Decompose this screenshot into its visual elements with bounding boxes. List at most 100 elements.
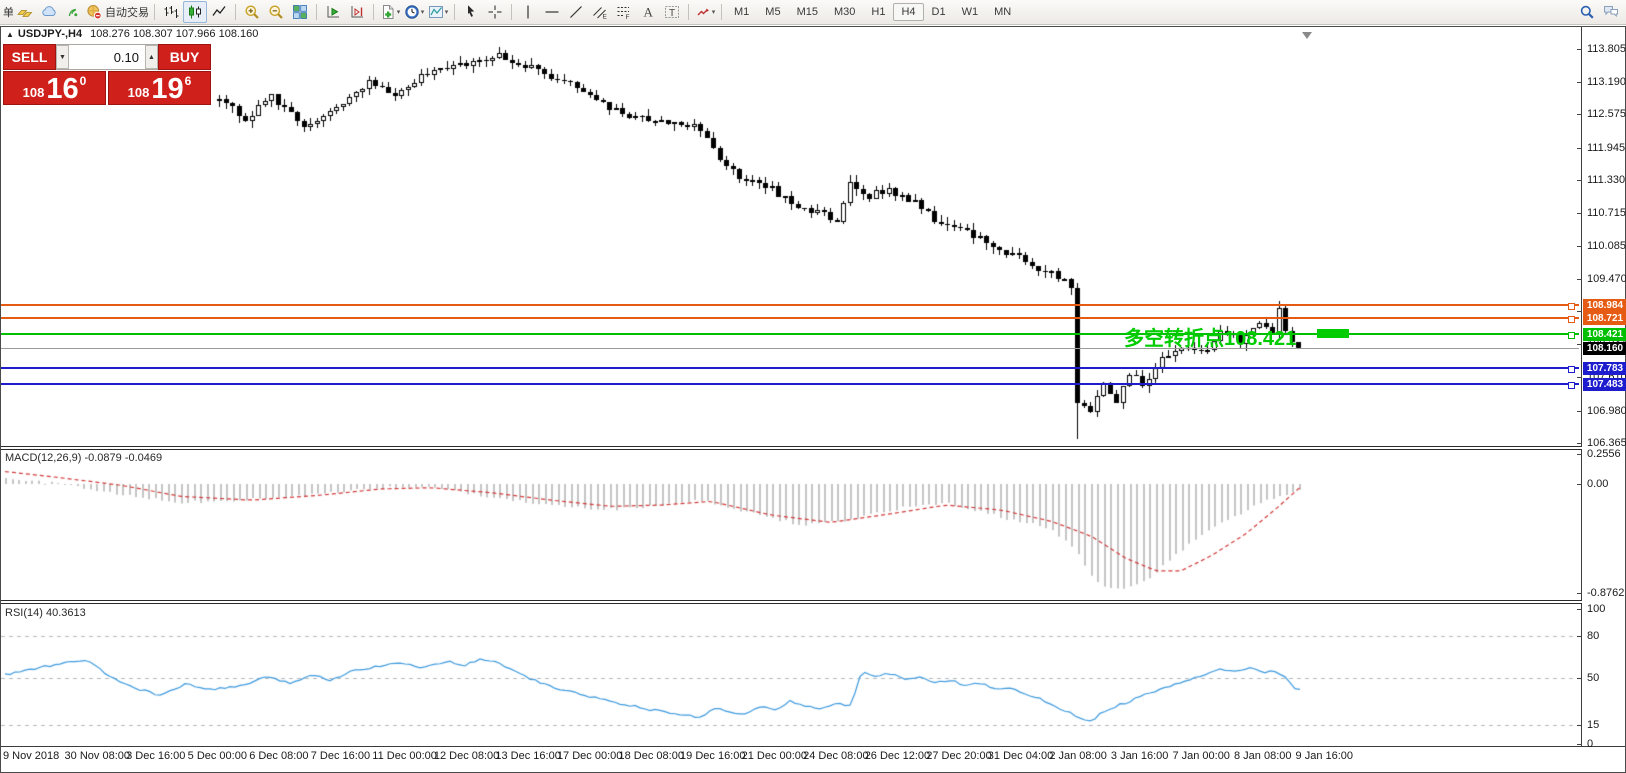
indicators-button[interactable]: ▾ [426,1,450,23]
rsi-indicator-canvas[interactable] [1,604,1581,746]
price-tick-mark [1577,279,1582,280]
line-chart-button[interactable] [207,1,231,23]
timeframe-button-mn[interactable]: MN [986,3,1019,21]
volume-spinner: ▼ 0.10 ▲ [56,44,158,70]
timeframe-button-m5[interactable]: M5 [757,3,788,21]
candlestick-chart-canvas[interactable] [1,43,1581,446]
gold-button[interactable] [13,1,37,23]
chart-shift-button[interactable] [345,1,369,23]
timeframe-button-m15[interactable]: M15 [789,3,826,21]
autotrade-button[interactable]: 自动交易 [85,1,150,23]
text-label-button[interactable]: T [660,1,684,23]
time-axis-label: 8 Jan 08:00 [1234,750,1292,762]
panel-separator-macd[interactable] [1,446,1582,450]
timeframe-button-m30[interactable]: M30 [826,3,863,21]
turning-point-annotation[interactable]: 多空转折点108.421 [1124,322,1296,351]
time-axis-label: 7 Jan 00:00 [1172,750,1230,762]
volume-decrease-button[interactable]: ▼ [56,45,69,69]
crosshair-button[interactable] [483,1,507,23]
auto-scroll-button[interactable] [321,1,345,23]
cursor-button[interactable] [459,1,483,23]
horizontal-line-button[interactable] [540,1,564,23]
price-level-handle[interactable] [1568,366,1575,373]
buy-price-base: 108 [128,85,150,100]
price-tick-mark [1577,180,1582,181]
clock-button[interactable]: ▾ [402,1,426,23]
cloud-icon [41,4,57,20]
sell-price-sup: 0 [80,74,87,88]
signal-button[interactable] [61,1,85,23]
price-tick-label: 111.330 [1587,174,1626,186]
search-icon [1579,4,1595,20]
time-axis-label: 19 Dec 16:00 [680,750,745,762]
toolbar-separator [688,4,689,20]
vertical-line-button[interactable] [516,1,540,23]
vertical-line-icon [520,4,536,20]
trendline-button[interactable] [564,1,588,23]
volume-value[interactable]: 0.10 [69,45,145,69]
channel-button[interactable]: E [588,1,612,23]
dropdown-caret-icon[interactable]: ▾ [445,8,449,16]
chart-symbol-period: USDJPY-,H4 [18,28,82,40]
autotrade-icon [86,4,102,20]
time-axis-label: 27 Dec 20:00 [926,750,991,762]
clipped-order-icon[interactable]: 单 [3,4,13,20]
horizontal-line-icon [544,4,560,20]
buy-price-sup: 6 [185,74,192,88]
dropdown-caret-icon[interactable]: ▾ [712,8,716,16]
rsi-tick-label: 100 [1587,603,1626,615]
timeframe-button-w1[interactable]: W1 [954,3,987,21]
dropdown-caret-icon[interactable]: ▾ [421,8,425,16]
buy-price-display[interactable]: 108196 [108,71,211,105]
chat-button[interactable] [1599,1,1623,23]
dropdown-caret-icon[interactable]: ▾ [397,8,401,16]
one-click-trading-panel: SELL ▼ 0.10 ▲ BUY 108160 108196 [3,44,211,105]
price-level-handle[interactable] [1568,303,1575,310]
timeframe-button-d1[interactable]: D1 [924,3,954,21]
price-tick-mark [1577,443,1582,444]
sell-price-display[interactable]: 108160 [3,71,106,105]
candlestick-icon [187,4,203,20]
panel-separator-rsi[interactable] [1,600,1582,604]
price-level-label: 108.984 [1583,299,1626,312]
zoom-in-button[interactable] [240,1,264,23]
zoom-out-button[interactable] [264,1,288,23]
text-button[interactable]: A [636,1,660,23]
buy-button[interactable]: BUY [158,44,211,70]
cloud-button[interactable] [37,1,61,23]
price-level-handle[interactable] [1568,316,1575,323]
price-level-line[interactable] [1,304,1579,306]
price-level-line[interactable] [1,367,1579,369]
toolbar-separator [235,4,236,20]
price-tick-label: 111.945 [1587,142,1626,154]
fibonacci-button[interactable]: F [612,1,636,23]
new-order-button[interactable]: ▾ [378,1,402,23]
clock-icon [404,4,420,20]
price-level-line[interactable] [1,317,1579,319]
current-price-label: 108.160 [1583,342,1626,355]
price-level-handle[interactable] [1568,382,1575,389]
rsi-tick-label: 50 [1587,672,1626,684]
price-level-handle[interactable] [1568,332,1575,339]
tile-windows-button[interactable] [288,1,312,23]
price-tick-label: 109.470 [1587,273,1626,285]
chart-shift-icon [349,4,365,20]
collapse-triangle-icon[interactable]: ▲ [6,30,14,39]
sell-button[interactable]: SELL [3,44,56,70]
candlestick-button[interactable] [183,1,207,23]
timeframe-button-h4[interactable]: H4 [893,3,923,21]
macd-indicator-canvas[interactable] [1,450,1581,600]
timeframe-button-m1[interactable]: M1 [726,3,757,21]
macd-tick-label: 0.00 [1587,478,1626,490]
rsi-tick-mark [1577,678,1582,679]
bar-chart-button[interactable] [159,1,183,23]
volume-increase-button[interactable]: ▲ [145,45,158,69]
price-tick-mark [1577,49,1582,50]
annotation-green-bar[interactable] [1317,329,1349,338]
timeframe-button-h1[interactable]: H1 [863,3,893,21]
price-tick-mark [1577,114,1582,115]
search-button[interactable] [1575,1,1599,23]
price-level-line[interactable] [1,383,1579,385]
rsi-tick-mark [1577,636,1582,637]
arrows-button[interactable]: ▾ [693,1,717,23]
